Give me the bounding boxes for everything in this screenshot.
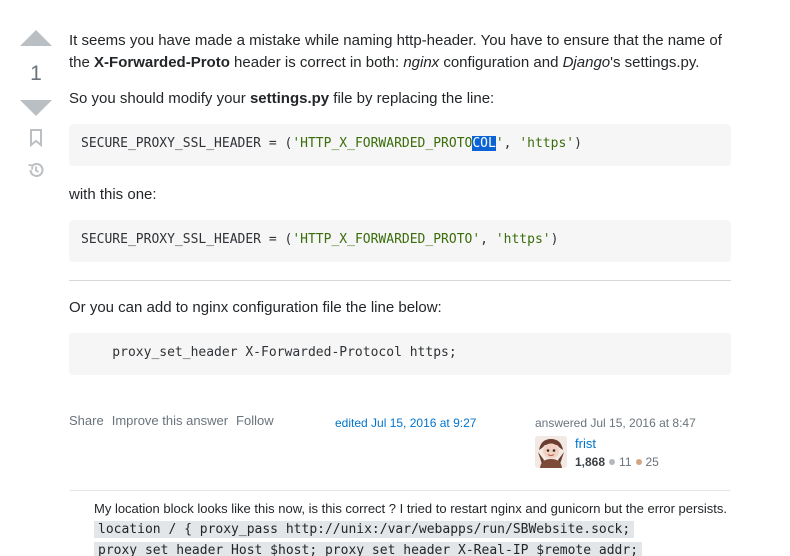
bookmark-icon[interactable] bbox=[26, 128, 46, 148]
downvote-arrow-icon[interactable] bbox=[20, 100, 52, 116]
vote-count: 1 bbox=[30, 62, 42, 85]
code-block-nginx: proxy_set_header X-Forwarded-Protocol ht… bbox=[69, 333, 731, 375]
comment: My location block looks like this now, i… bbox=[70, 490, 730, 556]
user-info: frist 1,868 11 25 bbox=[535, 436, 735, 469]
edited-link[interactable]: edited Jul 15, 2016 at 9:27 bbox=[335, 416, 476, 430]
improve-answer-link[interactable]: Improve this answer bbox=[112, 413, 228, 428]
code-block-replacement: SECURE_PROXY_SSL_HEADER = ('HTTP_X_FORWA… bbox=[69, 220, 731, 262]
follow-link[interactable]: Follow bbox=[236, 413, 274, 428]
answered-time: answered Jul 15, 2016 at 8:47 bbox=[535, 416, 696, 430]
answer-body: It seems you have made a mistake while n… bbox=[69, 30, 731, 393]
reputation: 1,868 bbox=[575, 455, 606, 469]
upvote-arrow-icon[interactable] bbox=[20, 30, 52, 46]
comment-code-2: proxy_set_header Host $host; proxy_set_h… bbox=[94, 542, 643, 556]
selected-text: COL bbox=[472, 136, 496, 151]
comment-code-1: location / { proxy_pass http://unix:/var… bbox=[94, 521, 635, 538]
answer-paragraph-2: So you should modify your settings.py fi… bbox=[69, 90, 495, 107]
history-icon[interactable] bbox=[26, 160, 46, 180]
user-card: answered Jul 15, 2016 at 8:47 frist 1,86… bbox=[535, 416, 735, 469]
vote-cell: 1 bbox=[16, 30, 56, 180]
share-link[interactable]: Share bbox=[69, 413, 104, 428]
silver-badge-icon bbox=[609, 459, 616, 465]
user-name-link[interactable]: frist bbox=[575, 436, 659, 452]
bronze-badge-icon bbox=[635, 459, 642, 465]
post-menu: Share Improve this answer Follow bbox=[69, 413, 274, 428]
avatar[interactable] bbox=[535, 436, 567, 468]
user-stats: 1,868 11 25 bbox=[575, 455, 659, 469]
code-block-original: SECURE_PROXY_SSL_HEADER = ('HTTP_X_FORWA… bbox=[69, 124, 731, 166]
answer-paragraph-3: with this one: bbox=[69, 186, 157, 203]
bronze-badge-count: 25 bbox=[645, 455, 659, 469]
silver-badge-count: 11 bbox=[619, 455, 632, 469]
comment-text: My location block looks like this now, i… bbox=[94, 501, 727, 516]
answer-paragraph-4: Or you can add to nginx configuration fi… bbox=[69, 299, 442, 316]
divider bbox=[69, 280, 731, 281]
answer-paragraph-1: It seems you have made a mistake while n… bbox=[69, 32, 722, 71]
